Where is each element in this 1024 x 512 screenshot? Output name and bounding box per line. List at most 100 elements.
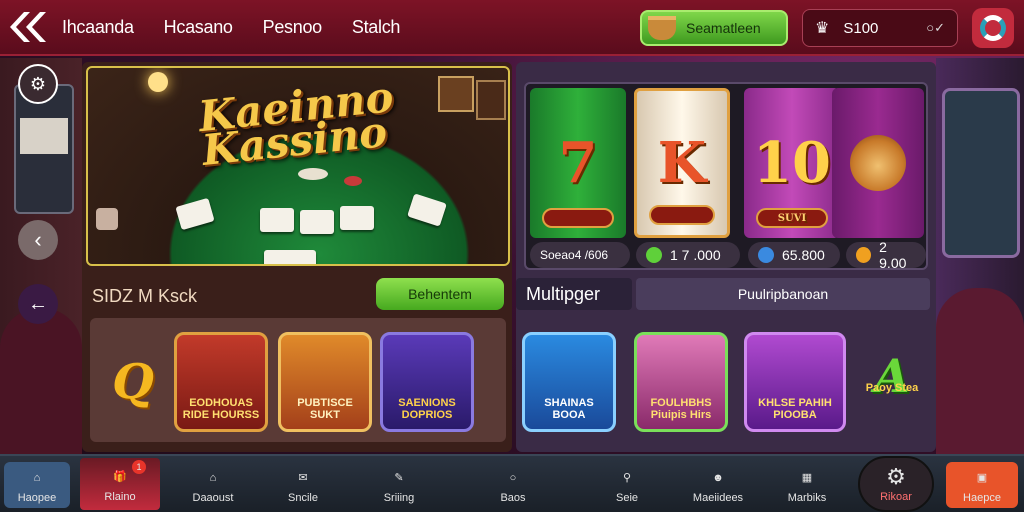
slot-reel: [832, 88, 924, 238]
nav-link-2[interactable]: Hcasano: [164, 17, 233, 38]
casino-hero-banner[interactable]: Kaeinno Kassino: [86, 66, 510, 266]
nav-search[interactable]: ○ Baos: [478, 462, 548, 508]
reel-symbol: 10: [753, 130, 831, 196]
green-coin-icon: [646, 247, 662, 263]
prev-arrow-button[interactable]: ‹: [18, 220, 58, 260]
nav-label: Daaoust: [192, 491, 234, 504]
search-icon: ○: [509, 471, 517, 484]
tiger-icon: [850, 135, 906, 191]
game-tile-letter[interactable]: Q: [96, 332, 170, 432]
nav-label: Haopee: [17, 491, 57, 504]
slot-machine[interactable]: 7 K 10 SUVI Soeao4 /606 1 7 .000 65.800 …: [524, 82, 928, 271]
profile-button[interactable]: [972, 8, 1014, 48]
nav-shop[interactable]: ▣ Haepce: [946, 462, 1018, 508]
balance-display[interactable]: ♛ S100 ○✓: [802, 9, 958, 47]
game-tile-letter[interactable]: A Paoy Stea: [852, 332, 932, 432]
nav-home[interactable]: ⌂ Haopee: [4, 462, 70, 508]
nav-social[interactable]: ✉ Sncile: [268, 462, 338, 508]
nav-label: Sriiing: [383, 491, 415, 504]
stat-value: 2 9.00: [879, 239, 907, 271]
multiplayer-tiles-row: SHAINAS BOOA FOULHBHS Piuipis Hirs KHLSE…: [516, 318, 936, 442]
hero-title: Kaeinno Kassino: [196, 72, 399, 175]
reel-label: [542, 208, 614, 228]
multiplayer-bar[interactable]: Puulripbanoan: [636, 278, 930, 310]
pot-icon: [648, 16, 676, 40]
game-tile-label: SAENIONS DOPRIOS: [398, 397, 456, 421]
notification-badge: 1: [132, 460, 146, 474]
nav-find[interactable]: ⚲ Seie: [592, 462, 662, 508]
logo-icon[interactable]: [0, 0, 52, 55]
domino-tile: [264, 250, 316, 264]
domino-tile: [407, 193, 447, 227]
game-tile-label: FOULHBHS Piuipis Hirs: [650, 397, 712, 421]
nav-link-1[interactable]: Ihcaanda: [62, 17, 134, 38]
domino-tile: [260, 208, 294, 232]
game-tile-glyph: A: [874, 349, 910, 403]
back-arrow-button[interactable]: ←: [18, 284, 58, 324]
nav-label: Rlaino: [104, 490, 136, 503]
bottom-nav: ⌂ Haopee 🎁 Rlaino 1 ⌂ Daaoust ✉ Sncile ✎…: [0, 454, 1024, 512]
domino-tile: [340, 206, 374, 230]
chevron-left-icon: ‹: [34, 227, 42, 252]
game-tile-glyph: Q: [112, 354, 154, 410]
nav-label: Baos: [500, 491, 526, 504]
nav-settings[interactable]: ⚙ Rikoar: [858, 456, 934, 512]
nav-rewards[interactable]: 🎁 Rlaino 1: [80, 458, 160, 510]
stat-pill: 2 9.00: [846, 239, 926, 271]
promo-button[interactable]: Seamatleen: [640, 10, 788, 46]
game-tile-label: SHAINAS BOOA: [544, 397, 594, 421]
game-tile-label: PUBTISCE SUKT: [297, 397, 353, 421]
settings-circle-button[interactable]: ⚙: [18, 64, 58, 104]
section-action-button[interactable]: Behentem: [376, 278, 504, 310]
domino-tile: [175, 197, 215, 231]
reel-label: [649, 205, 715, 225]
slot-reel: K: [634, 88, 730, 238]
gift-icon: 🎁: [113, 471, 127, 483]
game-tile[interactable]: FOULHBHS Piuipis Hirs: [634, 332, 728, 432]
shelf: [438, 76, 474, 112]
slots-panel: 7 K 10 SUVI Soeao4 /606 1 7 .000 65.800 …: [516, 62, 936, 452]
gear-icon: ⚙: [886, 463, 906, 489]
shelf: [476, 80, 506, 120]
game-tile[interactable]: KHLSE PAHIH PIOOBA: [744, 332, 846, 432]
top-bar: Ihcaanda Hcasano Pesnoo Stalch Seamatlee…: [0, 0, 1024, 56]
slot-reel: 7: [530, 88, 626, 238]
shop-icon: ▣: [976, 472, 988, 484]
multiplayer-title: Multipger: [516, 278, 632, 310]
nav-link-4[interactable]: Stalch: [352, 17, 401, 38]
nav-spin[interactable]: ✎ Sriiing: [364, 462, 434, 508]
background-right: [936, 58, 1024, 454]
chat-icon: ✉: [298, 472, 308, 484]
nav-label: Seie: [615, 491, 639, 504]
promo-label: Seamatleen: [686, 20, 761, 36]
stat-value: 1 7 .000: [670, 247, 721, 263]
nav-label: Sncile: [288, 491, 318, 504]
nav-label: Marbiks: [787, 491, 827, 504]
game-tile[interactable]: PUBTISCE SUKT: [278, 332, 372, 432]
slot-reel: 10 SUVI: [744, 88, 840, 238]
nav-lobby[interactable]: ⌂ Daaoust: [178, 462, 248, 508]
nav-market[interactable]: ▦ Marbiks: [772, 462, 842, 508]
chip-stack: [96, 208, 118, 230]
magnifier-icon: ⚲: [622, 472, 632, 484]
crown-icon: ♛: [815, 20, 830, 37]
arrow-left-icon: ←: [28, 292, 48, 315]
reel-label: [844, 208, 912, 228]
chip-stack: [344, 176, 362, 186]
house-icon: ⌂: [209, 471, 217, 484]
nav-label: Maeiidees: [692, 491, 744, 504]
blue-coin-icon: [758, 247, 774, 263]
game-tile-label: EODHOUAS RIDE HOURSS: [182, 397, 260, 421]
nav-label: Rikoar: [880, 490, 912, 503]
game-tile[interactable]: SHAINAS BOOA: [522, 332, 616, 432]
nav-label: Haepce: [963, 491, 1001, 504]
gear-icon: ⚙: [29, 73, 47, 94]
stat-pill: 65.800: [748, 242, 840, 268]
game-tile[interactable]: SAENIONS DOPRIOS: [380, 332, 474, 432]
game-tile[interactable]: EODHOUAS RIDE HOURSS: [174, 332, 268, 432]
nav-link-3[interactable]: Pesnoo: [263, 17, 323, 38]
balance-value: S100: [843, 19, 879, 37]
casino-app: Ihcaanda Hcasano Pesnoo Stalch Seamatlee…: [0, 0, 1024, 512]
person-icon: ☻: [712, 471, 724, 484]
nav-members[interactable]: ☻ Maeiidees: [680, 462, 756, 508]
